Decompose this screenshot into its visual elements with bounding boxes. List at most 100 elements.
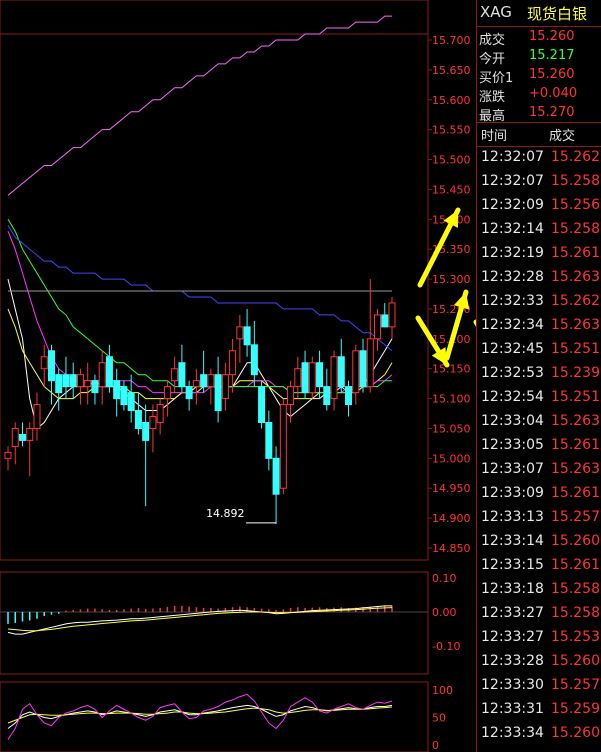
kline-chart-area[interactable]: 15.70015.65015.60015.55015.50015.45015.4… [0,0,476,752]
candle [366,279,374,393]
candle-body [149,416,157,429]
trade-price: 15.260 [551,725,600,741]
candle-body [178,362,186,388]
candle [352,344,360,405]
trade-price: 15.251 [551,389,600,405]
candle [185,380,193,411]
trade-time: 12:33:13 [481,509,544,525]
candle-body [192,380,200,388]
quote-value: 15.260 [529,29,575,44]
kdj-tick-label: 0 [432,739,439,752]
candle [62,356,70,399]
quote-label: 涨跌 [479,90,506,105]
trade-price: 15.251 [551,341,600,357]
trade-price: 15.262 [551,149,600,165]
trade-row: 12:33:34 15.260 [477,724,601,747]
moving-average-line [7,225,393,352]
trade-row: 12:32:14 15.258 [477,220,601,243]
kline-chart[interactable]: 15.70015.65015.60015.55015.50015.45015.4… [0,0,476,752]
trade-row: 12:33:18 15.258 [477,580,601,603]
trade-price: 15.260 [551,533,600,549]
symbol-code: XAG [480,3,512,21]
candle [337,338,345,393]
trade-row: 12:33:05 15.261 [477,436,601,459]
trade-row: 12:33:04 15.263 [477,412,601,435]
candle [250,320,258,387]
trade-price: 15.261 [551,245,600,261]
trade-time: 12:32:07 [481,149,544,165]
trade-row: 12:32:19 15.261 [477,244,601,267]
candle-body [345,386,353,406]
candle [200,350,208,393]
trade-row: 12:33:28 15.260 [477,652,601,675]
trades-header: 时间 成交 [477,124,601,146]
candle-body [84,380,92,388]
macd-tick-label: 0.00 [432,606,457,619]
candle-body [113,380,121,400]
price-tick-label: 15.700 [432,34,471,47]
trade-time: 12:33:31 [481,701,544,717]
divider [477,146,601,147]
candle-body [294,368,302,388]
trades-header-price: 成交 [549,129,576,144]
candle-body [316,362,324,388]
candle [279,398,287,495]
trade-time: 12:32:45 [481,341,544,357]
price-panel-frame [0,0,429,561]
trade-price: 15.263 [551,413,600,429]
quote-panel: XAG 现货白银 成交 15.260 今开 15.217 买价1 15.260 涨跌 +0.0… [476,0,601,752]
candle [171,356,179,393]
candle-body [11,427,19,447]
quote-row: 成交 15.260 [477,28,601,48]
candle [381,302,389,328]
candle-body [366,338,374,388]
trade-time: 12:33:07 [481,461,544,477]
candle [178,344,186,393]
trade-time: 12:33:14 [481,533,544,549]
candle-body [287,386,295,406]
trade-time: 12:32:14 [481,221,544,237]
candle [84,362,92,405]
candle-body [134,410,142,429]
price-tick-label: 15.000 [432,452,471,465]
divider [477,122,601,123]
trade-price: 15.263 [551,269,600,285]
candle [40,344,48,387]
quote-value: +0.040 [529,86,578,101]
trade-price: 15.260 [551,653,600,669]
candle [98,350,106,405]
trade-row: 12:32:28 15.263 [477,268,601,291]
candle [388,296,396,339]
quote-label: 今开 [479,52,506,67]
candle-body [352,350,360,394]
trade-time: 12:32:34 [481,317,544,333]
macd-tick-label: -0.10 [432,640,460,653]
trade-time: 12:33:28 [481,653,544,669]
symbol-name: 现货白银 [527,5,588,23]
trade-time: 12:33:18 [481,581,544,597]
candle [214,356,222,423]
candle-body [62,374,70,388]
price-tick-label: 15.100 [432,393,471,406]
candle-body [105,356,113,388]
candle-body [250,344,258,376]
trade-price: 15.262 [551,293,600,309]
candle [308,356,316,399]
low-price-label: 14.892 [206,507,245,520]
trade-row: 12:32:34 15.263 [477,316,601,339]
quote-row: 涨跌 +0.040 [477,85,601,105]
kdj-panel-frame [0,681,429,752]
candle [33,392,41,441]
price-tick-label: 15.300 [432,273,471,286]
trade-time: 12:33:15 [481,557,544,573]
candle-body [171,368,179,382]
candle-body [120,386,128,406]
candle-body [330,356,338,400]
candle [47,344,55,405]
candle [236,314,244,363]
candle [243,308,251,357]
candle-body [18,433,26,441]
candle [142,404,150,507]
price-tick-label: 15.050 [432,422,471,435]
candle-body [156,404,164,423]
